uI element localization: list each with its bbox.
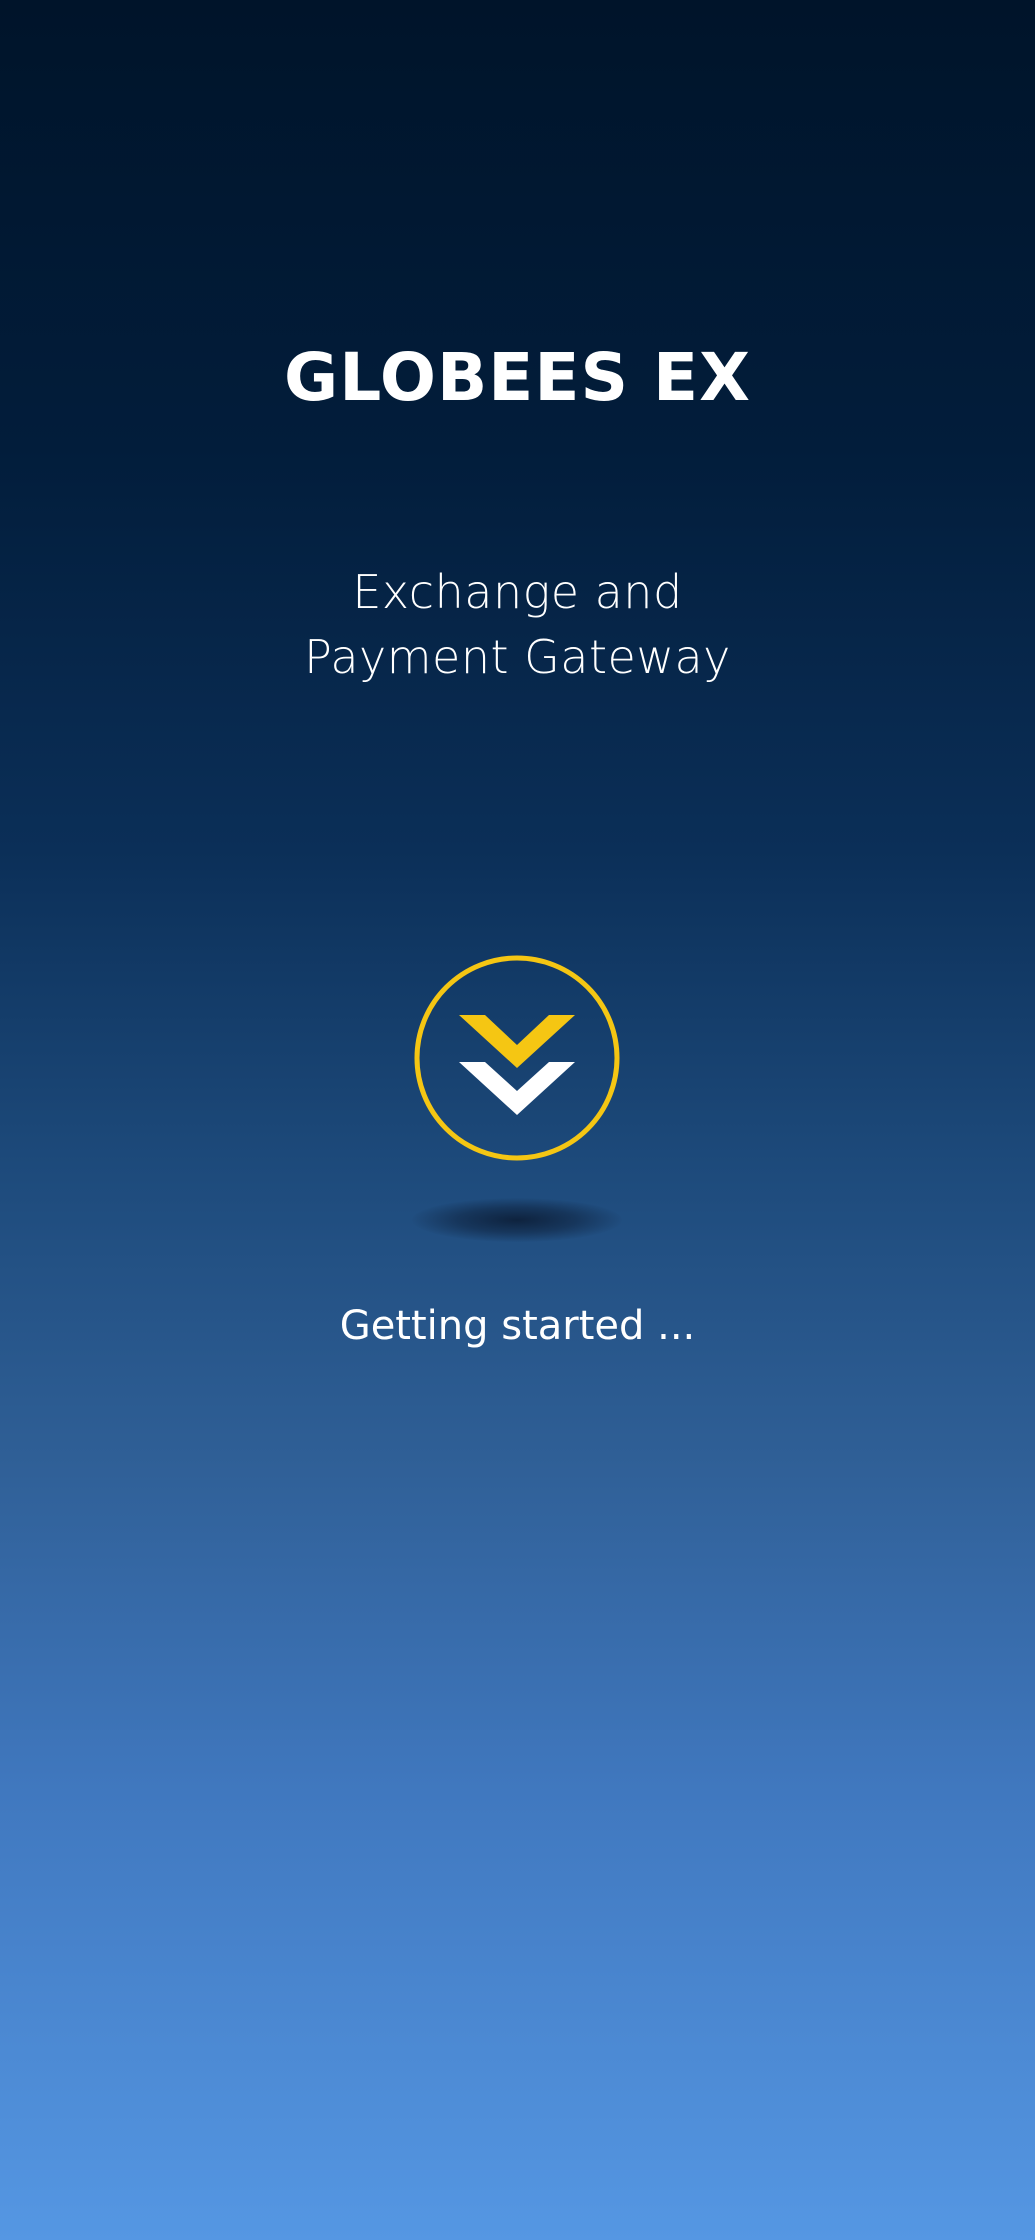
splash-screen: GLOBEES EX Exchange and Payment Gateway …	[0, 0, 1035, 2240]
bottom-chevron	[459, 1062, 575, 1115]
top-chevron	[459, 1015, 575, 1068]
app-tagline: Exchange and Payment Gateway	[0, 560, 1035, 690]
loading-status-text: Getting started ...	[339, 1303, 696, 1349]
app-title: GLOBEES EX	[284, 339, 751, 416]
double-chevron-down-icon	[414, 955, 620, 1161]
tagline-line-2: Payment Gateway	[304, 630, 731, 684]
tagline-line-1: Exchange and	[352, 565, 683, 619]
logo-shadow	[412, 1198, 622, 1242]
logo-emblem	[414, 955, 620, 1161]
